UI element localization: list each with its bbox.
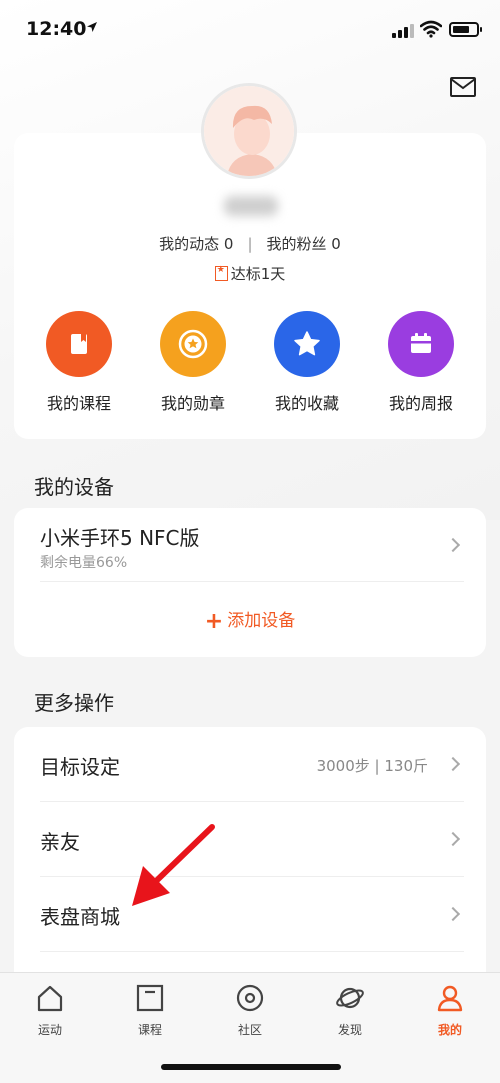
star-icon — [274, 311, 340, 377]
row-label: 亲友 — [40, 830, 80, 854]
tab-courses[interactable]: 课程 — [110, 983, 190, 1038]
quick-actions: 我的课程 我的勋章 我的收藏 我的周报 — [14, 311, 486, 414]
battery-icon — [449, 22, 482, 37]
tab-label: 我的 — [437, 1023, 462, 1037]
quick-my-favorites[interactable]: 我的收藏 — [257, 311, 357, 414]
row-goal-settings[interactable]: 目标设定 3000步 | 130斤 — [14, 727, 486, 802]
discover-icon — [336, 987, 364, 1009]
add-device-button[interactable]: + 添加设备 — [14, 606, 486, 634]
chevron-right-icon — [445, 537, 461, 553]
goal-badge-icon — [214, 265, 228, 281]
wifi-icon — [420, 20, 442, 38]
row-value: 3000步 | 130斤 — [316, 757, 428, 775]
avatar[interactable] — [201, 83, 297, 179]
tab-label: 社区 — [237, 1023, 262, 1037]
home-icon — [37, 985, 63, 1012]
fans-count[interactable]: 我的粉丝 0 — [267, 235, 341, 253]
quick-label: 我的收藏 — [274, 394, 339, 413]
tab-label: 运动 — [37, 1023, 62, 1037]
row-friends[interactable]: 亲友 — [14, 802, 486, 877]
row-label: 表盘商城 — [40, 905, 120, 929]
profile-stats: 我的动态 0 | 我的粉丝 0 — [14, 233, 486, 254]
course-tab-icon — [136, 984, 164, 1012]
tab-label: 课程 — [137, 1023, 162, 1037]
posts-count[interactable]: 我的动态 0 — [159, 235, 233, 253]
quick-label: 我的勋章 — [160, 394, 225, 413]
devices-card: 小米手环5 NFC版 剩余电量66% + 添加设备 — [14, 508, 486, 657]
add-device-label: 添加设备 — [227, 611, 296, 631]
home-indicator — [161, 1064, 341, 1070]
location-icon — [87, 22, 97, 32]
chevron-right-icon — [445, 906, 461, 922]
tab-discover[interactable]: 发现 — [310, 983, 390, 1038]
quick-my-weekly-report[interactable]: 我的周报 — [371, 311, 471, 414]
plus-icon: + — [204, 609, 224, 634]
divider — [40, 951, 464, 952]
quick-my-courses[interactable]: 我的课程 — [29, 311, 129, 414]
community-icon — [236, 984, 264, 1012]
tab-label: 发现 — [337, 1023, 362, 1037]
profile-icon — [437, 985, 463, 1012]
signal-icon — [392, 24, 414, 38]
chevron-right-icon — [445, 756, 461, 772]
more-section-title: 更多操作 — [34, 691, 114, 715]
medal-icon — [160, 311, 226, 377]
course-icon — [46, 311, 112, 377]
quick-my-medals[interactable]: 我的勋章 — [143, 311, 243, 414]
tab-me[interactable]: 我的 — [410, 983, 490, 1038]
message-icon[interactable] — [450, 77, 476, 97]
report-icon — [388, 311, 454, 377]
status-bar: 12:40 — [0, 0, 500, 60]
more-actions-card: 目标设定 3000步 | 130斤 亲友 表盘商城 — [14, 727, 486, 987]
tab-sport[interactable]: 运动 — [10, 983, 90, 1038]
device-battery: 剩余电量66% — [40, 555, 128, 571]
quick-label: 我的课程 — [46, 394, 111, 413]
devices-section-title: 我的设备 — [34, 475, 114, 499]
status-time: 12:40 — [26, 18, 87, 40]
chevron-right-icon — [445, 831, 461, 847]
row-label: 目标设定 — [40, 755, 120, 779]
divider — [40, 581, 464, 582]
tab-community[interactable]: 社区 — [210, 983, 290, 1038]
goal-days: 达标1天 — [14, 263, 486, 284]
quick-label: 我的周报 — [388, 394, 453, 413]
username-blurred — [224, 196, 278, 216]
goal-days-text: 达标1天 — [230, 265, 286, 283]
stats-separator: | — [247, 235, 253, 253]
device-name: 小米手环5 NFC版 — [40, 526, 200, 550]
row-watchface-store[interactable]: 表盘商城 — [14, 877, 486, 952]
